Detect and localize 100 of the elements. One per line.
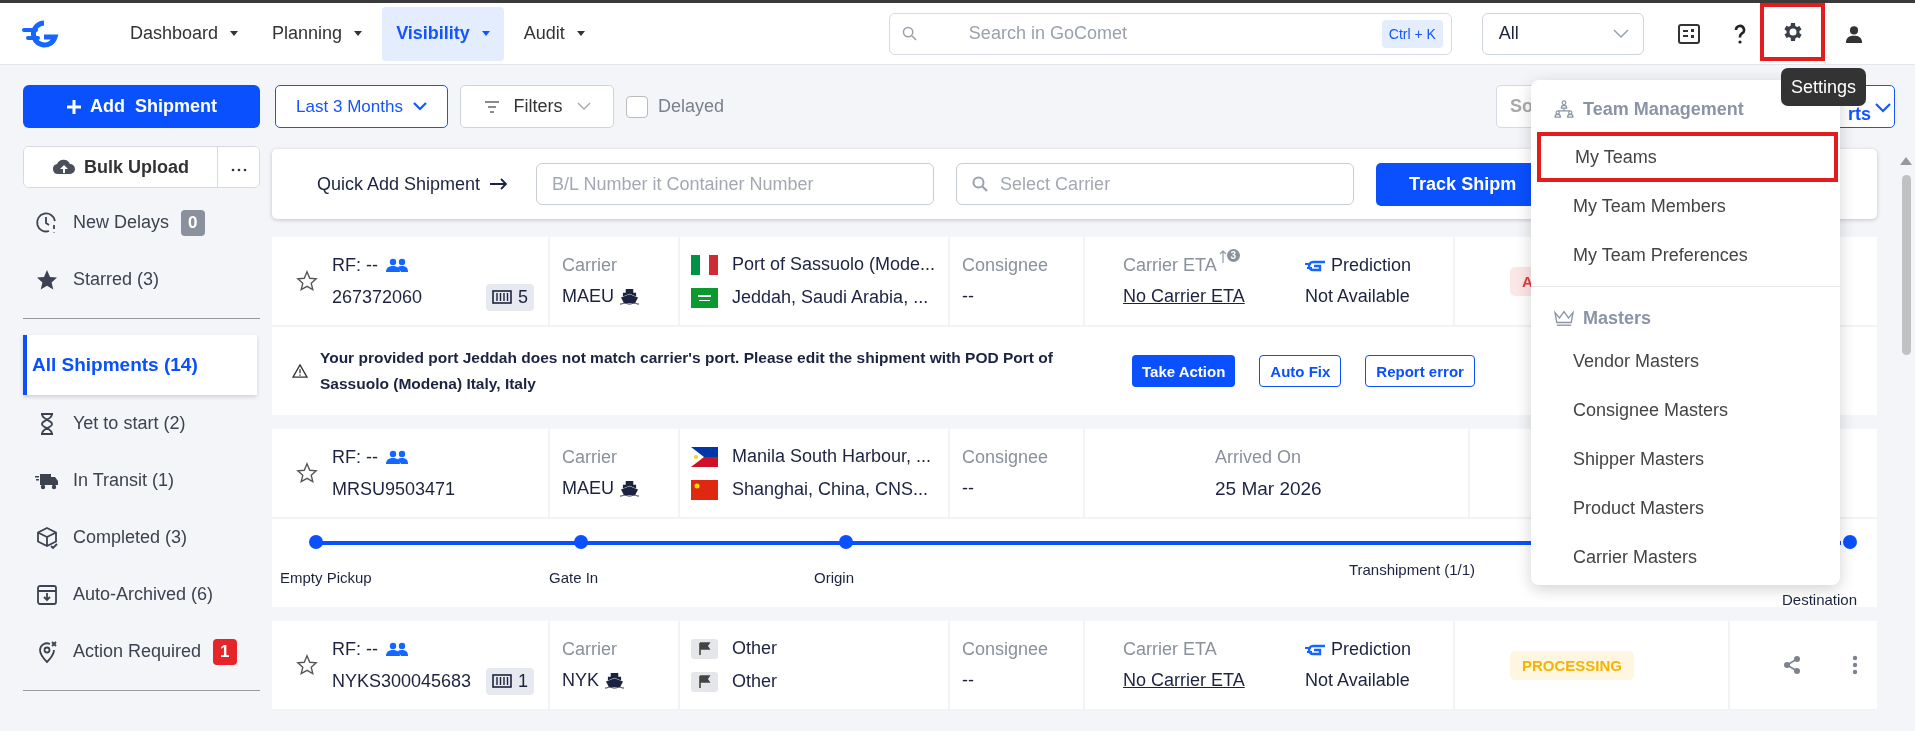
team-icon (386, 258, 408, 272)
period-select[interactable]: Last 3 Months (275, 85, 448, 128)
search-bar[interactable]: Search in GoComet Ctrl + K (888, 12, 1452, 55)
search-input[interactable]: Search in GoComet (966, 22, 1382, 45)
carrier-code: MAEU (562, 286, 614, 307)
prediction-value: Not Available (1305, 286, 1411, 307)
scrollbar-thumb[interactable] (1901, 175, 1911, 355)
add-shipment-button[interactable]: Add Shipment (23, 85, 260, 128)
count-badge: 0 (181, 209, 205, 236)
consignee-value: -- (962, 478, 975, 499)
sidebar-item[interactable]: Completed (3) (23, 509, 257, 566)
column-label: Carrier (562, 639, 618, 660)
alert-message: Your provided port Jeddah does not match carrier's port. Please edit the shipment with POD Port of Sassuolo (Modena) Italy, Italy (320, 348, 1054, 394)
shipment-number[interactable]: NYKS300045683 (332, 670, 472, 692)
sidebar-item[interactable]: Yet to start (2) (23, 395, 257, 452)
clock-icon (35, 210, 59, 235)
arrow-up-icon (1218, 249, 1227, 263)
sidebar-item[interactable]: Action Required 1 (23, 623, 257, 680)
alert-action-button[interactable]: Take Action (1132, 355, 1236, 387)
menu-item[interactable]: Vendor Masters (1531, 337, 1840, 386)
container-icon (492, 290, 512, 304)
reference-text: RF: -- (332, 446, 378, 468)
carrier-code: NYK (562, 670, 599, 691)
prediction-icon (1305, 643, 1325, 656)
star-icon[interactable] (296, 270, 318, 292)
more-icon (230, 167, 247, 172)
plus-icon (66, 98, 82, 115)
filters-button[interactable]: Filters (460, 85, 614, 128)
menu-item[interactable]: Consignee Masters (1531, 386, 1840, 435)
news-icon[interactable] (1677, 23, 1700, 44)
flag-icon (691, 479, 718, 500)
team-icon (386, 642, 408, 656)
sidebar-item[interactable]: In Transit (1) (23, 452, 257, 509)
sidebar-item[interactable]: New Delays 0 (23, 194, 257, 251)
scroll-up-icon[interactable] (1900, 157, 1912, 165)
nav-tab[interactable]: Planning (258, 6, 377, 61)
search-icon (972, 176, 989, 192)
ship-icon (605, 672, 624, 689)
menu-section-title: Masters (1583, 307, 1652, 329)
menu-item[interactable]: Shipper Masters (1531, 435, 1840, 484)
caret-icon (354, 31, 363, 36)
port-name: Manila South Harbour, ... (732, 446, 932, 467)
sidebar-item[interactable]: Auto-Archived (6) (23, 566, 257, 623)
more-options-icon[interactable] (1851, 655, 1858, 675)
menu-item[interactable]: My Teams (1537, 132, 1838, 182)
sidebar-item[interactable]: All Shipments (14) (23, 335, 257, 395)
nav-tab[interactable]: Visibility (382, 6, 504, 61)
nav-tab[interactable]: Audit (509, 6, 599, 61)
star-icon[interactable] (296, 654, 318, 676)
port-name: Other (732, 638, 778, 659)
sidebar-item[interactable]: Starred (3) (23, 251, 257, 308)
arrow-icon (490, 178, 509, 190)
help-icon[interactable] (1733, 23, 1746, 44)
carrier-code: MAEU (562, 478, 614, 499)
port-name: Port of Sassuolo (Mode... (732, 254, 936, 275)
ship-icon (620, 288, 639, 305)
nav-tab[interactable]: Dashboard (116, 6, 253, 61)
port-name: Other (732, 671, 778, 692)
reference-text: RF: -- (332, 254, 378, 276)
carrier-eta-link[interactable]: No Carrier ETA (1123, 670, 1285, 691)
menu-section-title: Team Management (1583, 98, 1744, 120)
caret-icon (576, 31, 585, 36)
milestone-label: Destination (1781, 591, 1857, 608)
column-label: Carrier ETA (1123, 255, 1217, 276)
star-icon[interactable] (296, 462, 318, 484)
scope-select[interactable]: All (1481, 12, 1644, 55)
share-icon[interactable] (1781, 655, 1802, 675)
chevron-icon (1875, 102, 1891, 113)
carrier-search-bar[interactable]: Select Carrier (956, 163, 1355, 205)
alert-action-button[interactable]: Report error (1365, 355, 1475, 387)
bl-number-field[interactable]: B/L Number it Container Number (536, 163, 935, 205)
menu-item[interactable]: Product Masters (1531, 484, 1840, 533)
carrier-eta-link[interactable]: No Carrier ETA (1123, 286, 1285, 307)
user-icon[interactable] (1844, 24, 1863, 43)
column-label: Arrived On (1215, 446, 1303, 468)
reference-text: RF: -- (332, 638, 378, 660)
column-label: Consignee (962, 639, 1050, 660)
warning-icon (292, 364, 308, 378)
quick-add-label: Quick Add Shipment (317, 173, 481, 195)
flag-icon (691, 446, 718, 467)
shipment-number[interactable]: MRSU9503471 (332, 478, 456, 500)
filter-icon (483, 100, 500, 113)
consignee-value: -- (962, 286, 975, 307)
milestone-label: Gate In (549, 569, 599, 586)
shipment-number[interactable]: 267372060 (332, 286, 423, 308)
alert-action-button[interactable]: Auto Fix (1259, 355, 1342, 387)
port-name: Shanghai, China, CNS... (732, 479, 929, 500)
flag-icon (691, 638, 718, 659)
settings-button[interactable] (1759, 2, 1825, 61)
team-hierarchy-icon (1553, 100, 1575, 118)
flag-icon (691, 671, 718, 692)
delayed-checkbox[interactable]: Delayed (626, 95, 725, 118)
crown-icon (1553, 309, 1575, 327)
menu-item[interactable]: Carrier Masters (1531, 533, 1840, 582)
column-label: Carrier (562, 255, 618, 276)
flag-icon (691, 287, 718, 308)
shortcut-hint: Ctrl + K (1381, 19, 1443, 48)
team-icon (386, 450, 408, 464)
milestone-label: Transhipment (1/1) (1348, 561, 1476, 578)
prediction-label: Prediction (1331, 639, 1412, 660)
